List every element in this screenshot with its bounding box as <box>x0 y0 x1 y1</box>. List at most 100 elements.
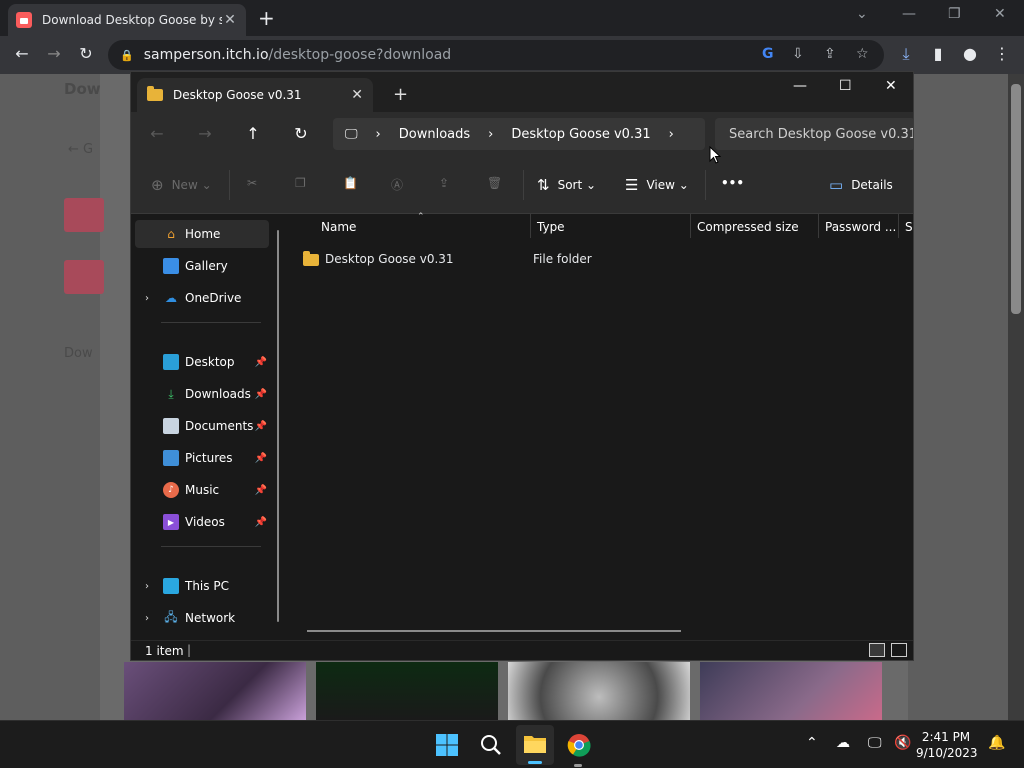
thumbnail-4[interactable] <box>700 662 882 720</box>
volume-muted-icon[interactable]: 🔇 <box>894 735 911 751</box>
download-button-1[interactable] <box>64 198 104 232</box>
horizontal-scrollbar[interactable] <box>307 630 681 632</box>
new-button[interactable]: ⊕ New ⌄ <box>151 176 212 194</box>
explorer-tab[interactable]: Desktop Goose v0.31 ✕ <box>137 78 373 112</box>
delete-icon[interactable]: 🗑 <box>487 176 502 190</box>
nav-item-network[interactable]: › 🖧 Network <box>135 604 269 632</box>
share-icon[interactable]: ⇪ <box>439 176 449 190</box>
profile-icon[interactable]: ● <box>958 44 982 63</box>
nav-item-desktop[interactable]: Desktop 📌 <box>135 348 269 376</box>
copy-icon[interactable]: ❐ <box>295 176 306 190</box>
menu-icon[interactable]: ⋮ <box>990 44 1014 63</box>
nav-item-pictures[interactable]: Pictures 📌 <box>135 444 269 472</box>
forward-button[interactable]: → <box>193 124 217 143</box>
browser-tab[interactable]: Download Desktop Goose by sar ✕ <box>8 4 246 36</box>
chrome-icon[interactable] <box>567 733 591 757</box>
breadcrumb-chevron-icon[interactable]: › <box>669 127 674 142</box>
pin-icon[interactable]: 📌 <box>255 485 267 496</box>
table-row[interactable]: Desktop Goose v0.31 File folder <box>303 248 903 270</box>
close-tab-icon[interactable]: ✕ <box>222 12 238 28</box>
breadcrumb-downloads[interactable]: Downloads <box>399 127 470 142</box>
close-tab-icon[interactable]: ✕ <box>351 87 363 103</box>
google-lens-icon[interactable]: G <box>762 46 774 62</box>
rename-icon[interactable]: Ⓐ <box>391 176 403 193</box>
chevron-up-icon[interactable]: ⌃ <box>806 735 818 751</box>
column-divider[interactable] <box>530 214 531 238</box>
windows-start-icon[interactable] <box>435 733 459 757</box>
thumbnail-2[interactable] <box>316 662 498 720</box>
nav-item-music[interactable]: ♪ Music 📌 <box>135 476 269 504</box>
breadcrumb-current[interactable]: Desktop Goose v0.31 <box>511 127 650 142</box>
file-explorer-taskbar-button[interactable] <box>516 725 554 765</box>
nav-item-home[interactable]: ⌂ Home <box>135 220 269 248</box>
refresh-button[interactable]: ↻ <box>289 124 313 143</box>
close-window-button[interactable]: ✕ <box>885 78 897 94</box>
large-icons-view-icon[interactable] <box>891 643 907 657</box>
column-password[interactable]: Password ... <box>825 220 896 234</box>
lock-icon[interactable]: 🔒 <box>120 49 134 62</box>
column-size[interactable]: Si <box>905 220 913 234</box>
nav-item-onedrive[interactable]: › ☁ OneDrive <box>135 284 269 312</box>
breadcrumb-chevron-icon[interactable]: › <box>376 127 381 142</box>
close-window-button[interactable]: ✕ <box>994 6 1006 22</box>
minimize-button[interactable]: — <box>902 6 916 22</box>
details-button[interactable]: ▭ Details <box>829 176 893 194</box>
maximize-button[interactable]: ☐ <box>839 78 852 94</box>
new-tab-button[interactable]: + <box>393 84 408 105</box>
column-name[interactable]: Name <box>321 220 356 234</box>
share-icon[interactable]: ⇪ <box>824 46 836 62</box>
nav-item-downloads[interactable]: ⤓ Downloads 📌 <box>135 380 269 408</box>
nav-item-this-pc[interactable]: › This PC <box>135 572 269 600</box>
network-tray-icon[interactable]: 🖵 <box>868 735 882 751</box>
sort-button[interactable]: ⇅ Sort ⌄ <box>537 176 596 194</box>
column-compressed-size[interactable]: Compressed size <box>697 220 799 234</box>
downloads-icon[interactable]: ⤓ <box>894 44 918 64</box>
search-icon[interactable] <box>479 733 503 757</box>
pin-icon[interactable]: 📌 <box>255 389 267 400</box>
nav-item-documents[interactable]: Documents 📌 <box>135 412 269 440</box>
chevron-right-icon[interactable]: › <box>145 581 149 592</box>
restore-button[interactable]: ❐ <box>948 6 961 22</box>
paste-icon[interactable]: 📋 <box>343 176 358 190</box>
more-options-button[interactable]: ••• <box>721 176 744 190</box>
nav-item-videos[interactable]: ▶ Videos 📌 <box>135 508 269 536</box>
minimize-button[interactable]: — <box>793 78 807 94</box>
thumbnail-1[interactable] <box>124 662 306 720</box>
tab-search-icon[interactable]: ⌄ <box>856 6 868 22</box>
reload-button[interactable]: ↻ <box>74 44 98 63</box>
nav-item-gallery[interactable]: Gallery <box>135 252 269 280</box>
chevron-right-icon[interactable]: › <box>145 613 149 624</box>
column-type[interactable]: Type <box>537 220 565 234</box>
pin-icon[interactable]: 📌 <box>255 517 267 528</box>
breadcrumb-chevron-icon[interactable]: › <box>488 127 493 142</box>
column-divider[interactable] <box>818 214 819 238</box>
column-divider[interactable] <box>690 214 691 238</box>
page-scroll-thumb[interactable] <box>1011 84 1021 314</box>
view-button[interactable]: ☰ View ⌄ <box>625 176 689 194</box>
new-tab-button[interactable]: + <box>258 6 275 30</box>
system-clock[interactable]: 2:41 PM 9/10/2023 <box>916 729 978 761</box>
nav-scrollbar[interactable] <box>277 230 279 622</box>
onedrive-tray-icon[interactable]: ☁ <box>836 735 850 751</box>
thumbnail-3[interactable] <box>508 662 690 720</box>
bookmark-star-icon[interactable]: ☆ <box>856 46 869 62</box>
details-view-icon[interactable] <box>869 643 885 657</box>
notification-bell-icon[interactable]: 🔔 <box>988 735 1005 751</box>
pin-icon[interactable]: 📌 <box>255 421 267 432</box>
download-button-2[interactable] <box>64 260 104 294</box>
side-panel-icon[interactable]: ▮ <box>926 44 950 63</box>
column-divider[interactable] <box>898 214 899 238</box>
address-bar[interactable]: 🔒 samperson.itch.io /desktop-goose?downl… <box>108 40 884 70</box>
back-link-fragment[interactable]: ← G <box>68 142 93 157</box>
up-button[interactable]: ↑ <box>241 124 265 143</box>
pin-icon[interactable]: 📌 <box>255 357 267 368</box>
search-input[interactable]: Search Desktop Goose v0.31 <box>715 118 913 150</box>
chevron-right-icon[interactable]: › <box>145 293 149 304</box>
pin-icon[interactable]: 📌 <box>255 453 267 464</box>
install-icon[interactable]: ⇩ <box>792 46 804 62</box>
back-button[interactable]: ← <box>10 44 34 63</box>
back-button[interactable]: ← <box>145 124 169 143</box>
cut-icon[interactable]: ✂ <box>247 176 257 190</box>
breadcrumb[interactable]: 🖵 › Downloads › Desktop Goose v0.31 › <box>333 118 705 150</box>
this-pc-icon[interactable]: 🖵 <box>345 127 358 142</box>
